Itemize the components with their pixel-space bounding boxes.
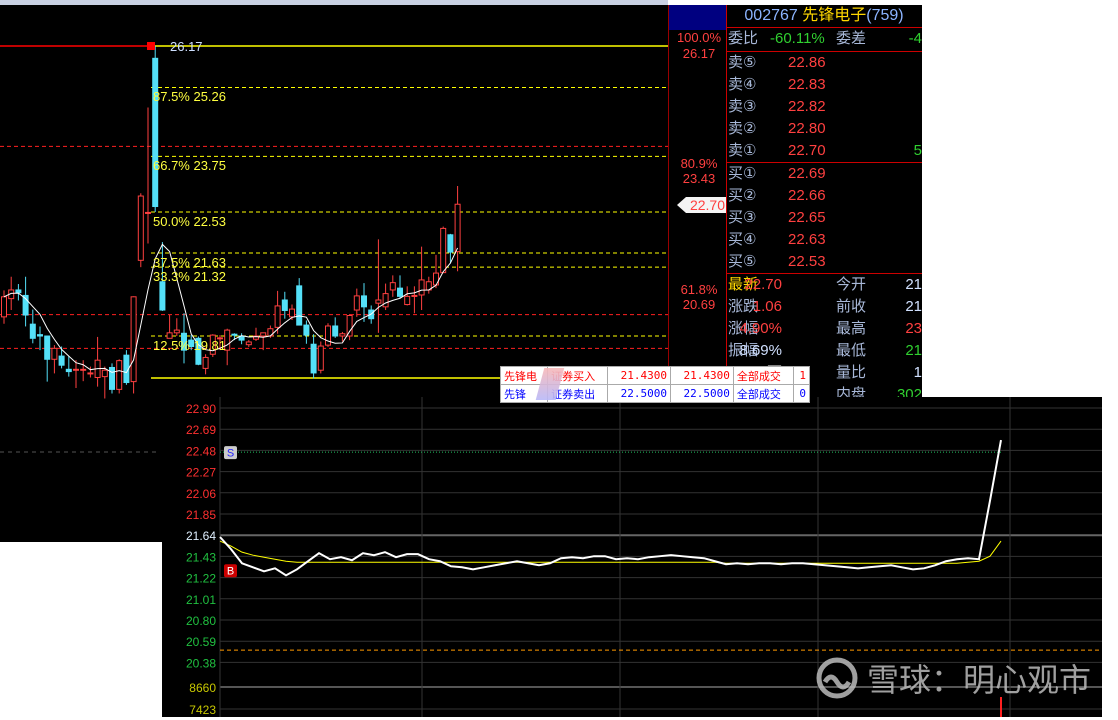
buy-marker-text: B	[227, 566, 234, 578]
trade-records-table[interactable]: 先锋电 证券买入 21.4300 21.4300 全部成交 1 先锋 证券卖出 22.5000 2…	[499, 366, 811, 403]
stock-header: 002767 先锋电子(759)	[726, 5, 922, 27]
level-price: 22.65	[788, 209, 826, 226]
price-line	[219, 439, 1002, 577]
stat-label: 最低	[836, 342, 867, 359]
stat-row: 涨跌 1.06 前收 21	[726, 296, 922, 318]
y-axis-label: 20.80	[186, 614, 216, 628]
trade-price: 22.5000	[607, 384, 672, 403]
fib-label: 33.3% 21.32	[153, 269, 227, 285]
avg-price-line	[219, 540, 1002, 564]
y-axis-label: 22.48	[186, 444, 216, 458]
stat-row: 振幅 8.69% 最低 21	[726, 340, 922, 362]
order-book-row: 卖① 22.70 5	[726, 140, 922, 162]
level-price: 22.53	[788, 253, 826, 270]
weibi-row: 委比 -60.11% 委差 -4	[726, 28, 922, 50]
stat-value: 8.69%	[739, 342, 782, 359]
level-volume: 5	[913, 142, 922, 159]
order-book-row: 买③ 22.65	[726, 207, 922, 229]
y-axis-label: 21.85	[186, 508, 216, 522]
stat-value: 4.90%	[739, 320, 782, 337]
y-axis-label: 21.01	[186, 593, 216, 607]
watermark-text: 雪球：明心观市	[867, 662, 1092, 698]
stock-code: 002767	[744, 7, 798, 24]
stat-value: 21	[905, 342, 922, 359]
stat-label: 前收	[836, 298, 867, 315]
y-axis-label: 22.69	[186, 423, 216, 437]
trade-extra: 0	[792, 384, 811, 403]
stock-name: 先锋电子	[802, 7, 867, 24]
order-book-row: 买② 22.66	[726, 185, 922, 207]
y-axis-label: 22.06	[186, 487, 216, 501]
stat-row: 涨幅 4.90% 最高 23	[726, 318, 922, 340]
level-price: 22.83	[788, 76, 826, 93]
order-book-row: 买④ 22.63	[726, 229, 922, 251]
level-label: 买①	[728, 165, 757, 182]
order-book-row: 买⑤ 22.53	[726, 251, 922, 273]
level-price: 22.69	[788, 165, 826, 182]
trade-status: 全部成交	[732, 384, 794, 403]
stat-value: 23	[905, 320, 922, 337]
y-axis-label: 22.27	[186, 466, 216, 480]
fib-label: 87.5% 25.26	[153, 89, 227, 105]
level-price: 22.82	[788, 98, 826, 115]
watermark: 雪球：明心观市	[815, 655, 1091, 701]
weicha-value: -4	[908, 30, 922, 47]
level-price: 22.66	[788, 187, 826, 204]
y-axis-label: 21.43	[186, 550, 216, 564]
stat-label: 量比	[836, 364, 867, 381]
order-book-row: 买① 22.69	[726, 163, 922, 185]
level-price: 22.63	[788, 231, 826, 248]
order-book: 002767 先锋电子(759) 委比 -60.11% 委差 -4 卖⑤ 22.8…	[668, 5, 922, 403]
stat-value: 21	[905, 276, 922, 293]
fib-label: 66.7% 23.75	[153, 158, 227, 174]
y-axis-label: 21.64	[186, 529, 216, 543]
trade-status: 全部成交	[732, 366, 794, 385]
order-book-row: 卖④ 22.83	[726, 74, 922, 96]
order-book-row: 卖⑤ 22.86	[726, 52, 922, 74]
fib-label: 37.5% 21.63	[153, 255, 227, 271]
stat-value: 1	[913, 364, 922, 381]
stat-label: 今开	[836, 276, 867, 293]
level-price: 22.86	[788, 54, 826, 71]
sell-marker-text: S	[227, 448, 234, 460]
vol-axis-label: 8660	[189, 681, 216, 695]
trade-avg: 21.4300	[670, 366, 734, 385]
level-price: 22.70	[788, 142, 826, 159]
y-axis-label: 20.59	[186, 635, 216, 649]
weicha-label: 委差	[836, 30, 867, 47]
stock-suffix: (759)	[866, 7, 904, 24]
stat-value: 22.70	[744, 276, 782, 293]
trade-extra: 1	[792, 366, 811, 385]
fib-label: 12.5% 19.81	[153, 338, 227, 354]
fib-label: 50.0% 22.53	[153, 213, 227, 229]
stat-value: 21	[905, 298, 922, 315]
order-book-row: 卖② 22.80	[726, 118, 922, 140]
level-label: 买②	[728, 187, 757, 204]
high-price-label: 26.17	[170, 39, 203, 54]
vol-axis-label: 7423	[189, 703, 216, 717]
level-label: 卖②	[728, 120, 757, 137]
level-label: 买⑤	[728, 253, 757, 270]
level-label: 卖③	[728, 98, 757, 115]
stat-value: 1.06	[752, 298, 782, 315]
stat-label: 最高	[836, 320, 867, 337]
snowball-logo-icon	[816, 657, 858, 699]
level-label: 卖①	[728, 142, 757, 159]
y-axis-label: 21.22	[186, 572, 216, 586]
weibi-value: -60.11%	[770, 30, 825, 47]
level-label: 卖④	[728, 76, 757, 93]
stat-row: 最新 22.70 今开 21	[726, 274, 922, 296]
order-book-row: 卖③ 22.82	[726, 96, 922, 118]
level-label: 买③	[728, 209, 757, 226]
level-label: 卖⑤	[728, 54, 757, 71]
weibi-label: 委比	[728, 30, 759, 47]
level-label: 买④	[728, 231, 757, 248]
trade-avg: 22.5000	[670, 384, 734, 403]
y-axis-label: 20.38	[186, 656, 216, 670]
trade-price: 21.4300	[607, 366, 672, 385]
y-axis-label: 22.90	[186, 402, 216, 416]
level-price: 22.80	[788, 120, 826, 137]
